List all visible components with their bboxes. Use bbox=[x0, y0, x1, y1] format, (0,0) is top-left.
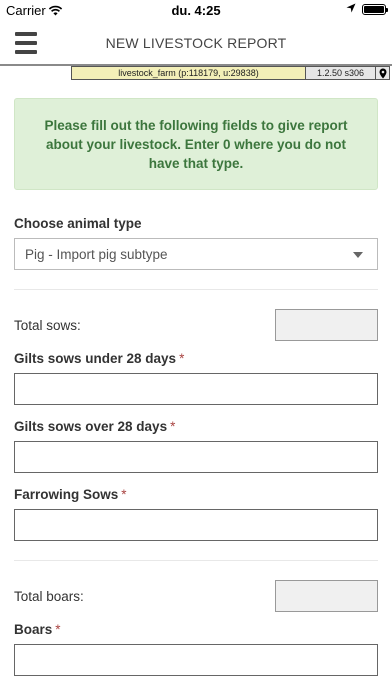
boars-input[interactable] bbox=[14, 644, 378, 676]
info-strip: livestock_farm (p:118179, u:29838) 1.2.5… bbox=[71, 66, 390, 80]
gilts-under-28-input[interactable] bbox=[14, 373, 378, 405]
page-title: NEW LIVESTOCK REPORT bbox=[105, 35, 287, 51]
required-marker: * bbox=[170, 419, 176, 434]
total-boars-row: Total boars: bbox=[14, 580, 378, 612]
gilts-over-28-label: Gilts sows over 28 days * bbox=[14, 419, 176, 434]
instruction-notice: Please fill out the following fields to … bbox=[14, 98, 378, 190]
animal-type-value: Pig - Import pig subtype bbox=[25, 247, 168, 262]
animal-type-select[interactable]: Pig - Import pig subtype bbox=[14, 238, 378, 270]
app-header: NEW LIVESTOCK REPORT bbox=[0, 20, 392, 66]
total-boars-value bbox=[275, 580, 378, 612]
report-form: Please fill out the following fields to … bbox=[14, 80, 378, 676]
battery-level bbox=[364, 6, 384, 13]
gilts-over-28-input[interactable] bbox=[14, 441, 378, 473]
status-bar: Carrier du. 4:25 bbox=[0, 0, 392, 20]
total-boars-label: Total boars: bbox=[14, 589, 84, 604]
divider bbox=[14, 560, 378, 561]
animal-type-label: Choose animal type bbox=[14, 216, 142, 231]
boars-label: Boars * bbox=[14, 622, 61, 637]
gilts-under-28-label: Gilts sows under 28 days * bbox=[14, 351, 185, 366]
chevron-down-icon bbox=[353, 252, 363, 258]
farrowing-sows-input[interactable] bbox=[14, 509, 378, 541]
total-sows-label: Total sows: bbox=[14, 318, 81, 333]
version-info: 1.2.50 s306 bbox=[306, 66, 376, 80]
location-arrow-icon bbox=[346, 3, 356, 16]
divider bbox=[14, 289, 378, 290]
required-marker: * bbox=[55, 622, 61, 637]
required-marker: * bbox=[179, 351, 185, 366]
map-pin-icon[interactable] bbox=[376, 66, 390, 80]
required-marker: * bbox=[121, 487, 127, 502]
total-sows-value bbox=[275, 309, 378, 341]
farm-info: livestock_farm (p:118179, u:29838) bbox=[71, 66, 306, 80]
status-time: du. 4:25 bbox=[171, 3, 221, 18]
farrowing-sows-label: Farrowing Sows * bbox=[14, 487, 127, 502]
total-sows-row: Total sows: bbox=[14, 309, 378, 341]
battery-icon bbox=[362, 4, 388, 15]
